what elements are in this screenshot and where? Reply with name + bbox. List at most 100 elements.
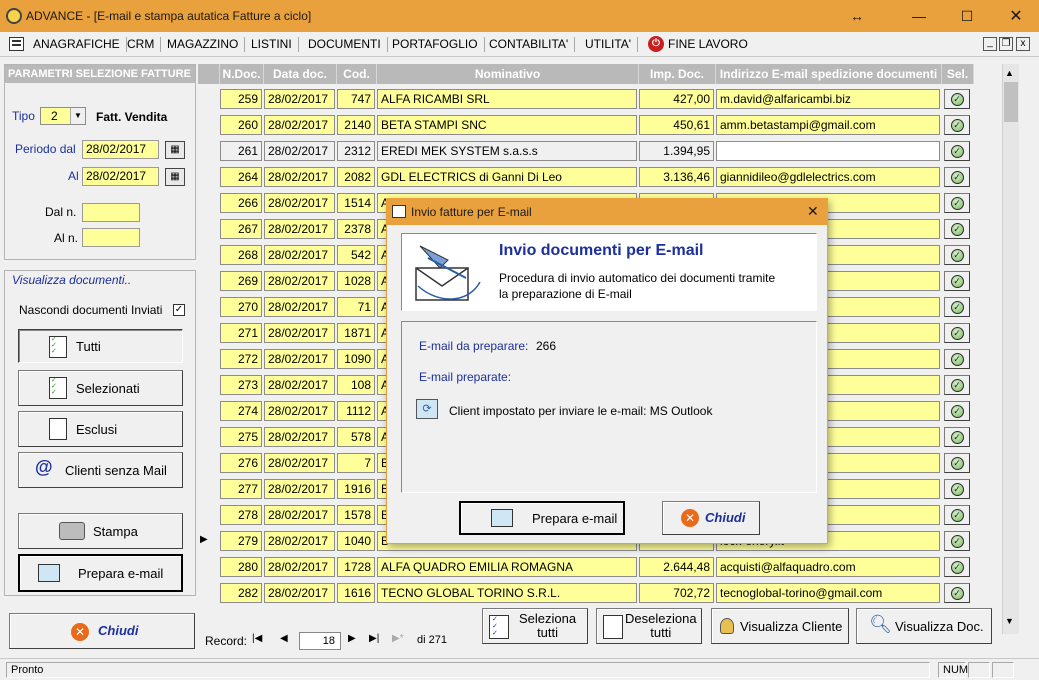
cell-data[interactable]: 28/02/2017: [264, 193, 335, 213]
cell-data[interactable]: 28/02/2017: [264, 531, 335, 551]
cell-data[interactable]: 28/02/2017: [264, 401, 335, 421]
select-row-button[interactable]: ✓: [944, 141, 970, 161]
select-row-button[interactable]: ✓: [944, 531, 970, 551]
select-row-button[interactable]: ✓: [944, 89, 970, 109]
row-selector[interactable]: [200, 92, 216, 108]
cell-data[interactable]: 28/02/2017: [264, 583, 335, 603]
esclusi-button[interactable]: Esclusi: [18, 411, 183, 447]
cell-cod[interactable]: 2312: [337, 141, 375, 161]
al-input[interactable]: 28/02/2017: [82, 167, 159, 186]
row-selector[interactable]: [200, 144, 216, 160]
select-row-button[interactable]: ✓: [944, 505, 970, 525]
row-selector[interactable]: [200, 118, 216, 134]
cell-imp[interactable]: 450,61: [639, 115, 714, 135]
cell-nom[interactable]: TECNO GLOBAL TORINO S.R.L.: [377, 583, 637, 603]
cell-data[interactable]: 28/02/2017: [264, 219, 335, 239]
cell-data[interactable]: 28/02/2017: [264, 427, 335, 447]
cell-imp[interactable]: 427,00: [639, 89, 714, 109]
cell-nom[interactable]: ALFA QUADRO EMILIA ROMAGNA: [377, 557, 637, 577]
cell-data[interactable]: 28/02/2017: [264, 297, 335, 317]
row-selector[interactable]: [200, 482, 216, 498]
table-row[interactable]: 264 28/02/2017 2082 GDL ELECTRICS di Ganni …: [198, 164, 1002, 190]
calendar-icon[interactable]: ▦: [165, 168, 185, 186]
cell-data[interactable]: 28/02/2017: [264, 167, 335, 187]
row-selector[interactable]: [200, 248, 216, 264]
dialog-chiudi-button[interactable]: ✕ Chiudi: [662, 501, 760, 535]
cell-cod[interactable]: 1578: [337, 505, 375, 525]
cell-nom[interactable]: GDL ELECTRICS di Ganni Di Leo: [377, 167, 637, 187]
periodo-dal-input[interactable]: 28/02/2017: [82, 140, 159, 159]
menu-anagrafiche[interactable]: ANAGRAFICHE: [27, 37, 127, 52]
maximize-button[interactable]: ☐: [944, 0, 990, 32]
scroll-thumb[interactable]: [1004, 82, 1018, 122]
row-selector[interactable]: [200, 300, 216, 316]
menu-magazzino[interactable]: MAGAZZINO: [161, 37, 246, 52]
resize-icon[interactable]: ↔: [834, 0, 880, 32]
cell-email[interactable]: [716, 141, 940, 161]
cell-nom[interactable]: ALFA RICAMBI SRL: [377, 89, 637, 109]
cell-data[interactable]: 28/02/2017: [264, 271, 335, 291]
nav-next-icon[interactable]: ▶: [348, 633, 356, 644]
cell-ndoc[interactable]: 269: [220, 271, 262, 291]
table-row[interactable]: 282 28/02/2017 1616 TECNO GLOBAL TORINO S.R…: [198, 580, 1002, 606]
dialog-close-button[interactable]: ✕: [807, 203, 819, 220]
vertical-scrollbar[interactable]: ▲ ▼: [1002, 64, 1019, 634]
row-selector[interactable]: [200, 222, 216, 238]
select-row-button[interactable]: ✓: [944, 297, 970, 317]
cell-data[interactable]: 28/02/2017: [264, 505, 335, 525]
visualizza-cliente-button[interactable]: Visualizza Cliente: [711, 608, 849, 644]
menu-utilita[interactable]: UTILITA': [579, 37, 639, 52]
row-selector[interactable]: [200, 274, 216, 290]
cell-data[interactable]: 28/02/2017: [264, 453, 335, 473]
tipo-select[interactable]: 2 ▼: [40, 107, 86, 125]
cell-ndoc[interactable]: 275: [220, 427, 262, 447]
cell-ndoc[interactable]: 276: [220, 453, 262, 473]
nav-last-icon[interactable]: ▶|: [369, 633, 379, 644]
row-selector[interactable]: [200, 560, 216, 576]
row-selector[interactable]: [200, 170, 216, 186]
cell-data[interactable]: 28/02/2017: [264, 89, 335, 109]
cell-cod[interactable]: 2140: [337, 115, 375, 135]
cell-cod[interactable]: 7: [337, 453, 375, 473]
dialog-prepara-email-button[interactable]: Prepara e-mail: [459, 501, 625, 535]
cell-ndoc[interactable]: 273: [220, 375, 262, 395]
cell-nom[interactable]: EREDI MEK SYSTEM s.a.s.s: [377, 141, 637, 161]
mdi-minimize-button[interactable]: _: [983, 37, 997, 51]
cell-email[interactable]: giannidileo@gdlelectrics.com: [716, 167, 940, 187]
cell-email[interactable]: tecnoglobal-torino@gmail.com: [716, 583, 940, 603]
tutti-button[interactable]: ✓ ✓ ✓ Tutti: [18, 329, 183, 363]
cell-ndoc[interactable]: 279: [220, 531, 262, 551]
row-selector[interactable]: [200, 196, 216, 212]
cell-ndoc[interactable]: 266: [220, 193, 262, 213]
select-row-button[interactable]: ✓: [944, 453, 970, 473]
cell-nom[interactable]: BETA STAMPI SNC: [377, 115, 637, 135]
menu-contabilita[interactable]: CONTABILITA': [483, 37, 576, 52]
cell-email[interactable]: m.david@alfaricambi.biz: [716, 89, 940, 109]
cell-cod[interactable]: 2082: [337, 167, 375, 187]
row-selector[interactable]: [200, 456, 216, 472]
select-row-button[interactable]: ✓: [944, 115, 970, 135]
close-button[interactable]: ✕: [993, 0, 1039, 32]
cell-email[interactable]: acquisti@alfaquadro.com: [716, 557, 940, 577]
cell-imp[interactable]: 702,72: [639, 583, 714, 603]
row-selector[interactable]: [200, 430, 216, 446]
cell-cod[interactable]: 578: [337, 427, 375, 447]
cell-ndoc[interactable]: 282: [220, 583, 262, 603]
chiudi-button[interactable]: ✕ Chiudi: [9, 613, 195, 649]
row-selector[interactable]: [200, 326, 216, 342]
cell-cod[interactable]: 1112: [337, 401, 375, 421]
nascondi-checkbox[interactable]: ✓: [173, 304, 185, 316]
cell-ndoc[interactable]: 272: [220, 349, 262, 369]
table-row[interactable]: 261 28/02/2017 2312 EREDI MEK SYSTEM s.a.s.…: [198, 138, 1002, 164]
cell-cod[interactable]: 1616: [337, 583, 375, 603]
cell-ndoc[interactable]: 277: [220, 479, 262, 499]
select-row-button[interactable]: ✓: [944, 401, 970, 421]
menu-crm[interactable]: CRM: [121, 37, 162, 52]
table-row[interactable]: 280 28/02/2017 1728 ALFA QUADRO EMILIA ROMA…: [198, 554, 1002, 580]
stampa-button[interactable]: Stampa: [18, 513, 183, 549]
al-n-input[interactable]: [82, 228, 140, 247]
cell-cod[interactable]: 1090: [337, 349, 375, 369]
table-row[interactable]: 260 28/02/2017 2140 BETA STAMPI SNC 450,61 am…: [198, 112, 1002, 138]
chevron-down-icon[interactable]: ▼: [70, 108, 85, 124]
deseleziona-tutti-button[interactable]: Deseleziona tutti: [596, 608, 702, 644]
